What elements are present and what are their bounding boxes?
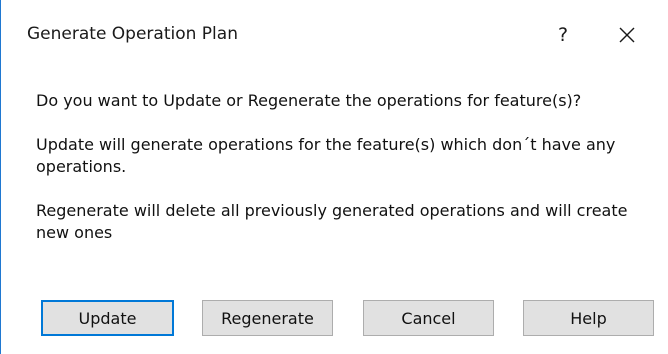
message-question: Do you want to Update or Regenerate the …	[36, 91, 582, 110]
close-button[interactable]	[599, 0, 655, 70]
dialog-window: Generate Operation Plan ? Do you want to…	[0, 0, 668, 354]
update-button[interactable]: Update	[41, 300, 174, 336]
message-update-description: Update will generate operations for the …	[36, 135, 616, 176]
message-regenerate-description: Regenerate will delete all previously ge…	[36, 201, 628, 242]
close-icon	[619, 27, 635, 43]
message-area: Do you want to Update or Regenerate the …	[36, 90, 661, 266]
regenerate-button[interactable]: Regenerate	[202, 300, 333, 336]
question-mark-icon: ?	[557, 24, 569, 46]
help-title-button[interactable]: ?	[535, 0, 591, 70]
help-button[interactable]: Help	[523, 300, 654, 336]
dialog-title: Generate Operation Plan	[27, 24, 238, 44]
cancel-button[interactable]: Cancel	[363, 300, 494, 336]
title-bar[interactable]: Generate Operation Plan ?	[1, 0, 668, 70]
